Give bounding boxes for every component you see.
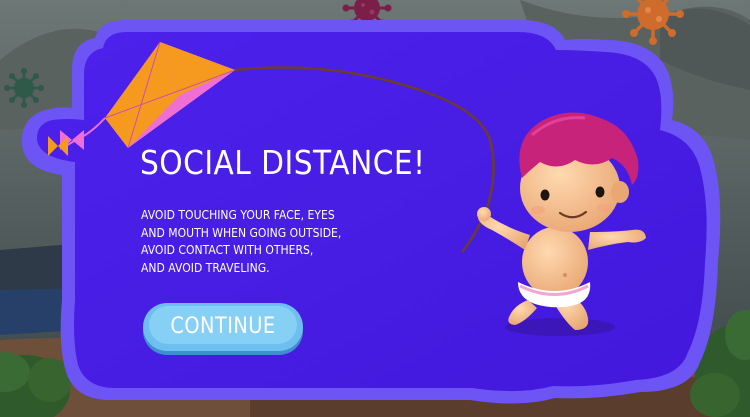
message-line: AVOID TOUCHING YOUR FACE, EYES: [141, 207, 335, 222]
dialog-title: SOCIAL DISTANCE!: [140, 143, 426, 182]
continue-button[interactable]: CONTINUE: [143, 303, 303, 351]
virus-icon-green: [4, 68, 44, 108]
message-line: AND AVOID TRAVELING.: [141, 259, 270, 275]
continue-button-label: CONTINUE: [170, 314, 276, 339]
message-line: AND MOUTH WHEN GOING OUTSIDE,: [141, 224, 342, 240]
bush-left: [0, 352, 72, 417]
message-line: AVOID CONTACT WITH OTHERS,: [141, 242, 314, 257]
dialog-message: AVOID TOUCHING YOUR FACE, EYES AND MOUTH…: [141, 206, 399, 276]
